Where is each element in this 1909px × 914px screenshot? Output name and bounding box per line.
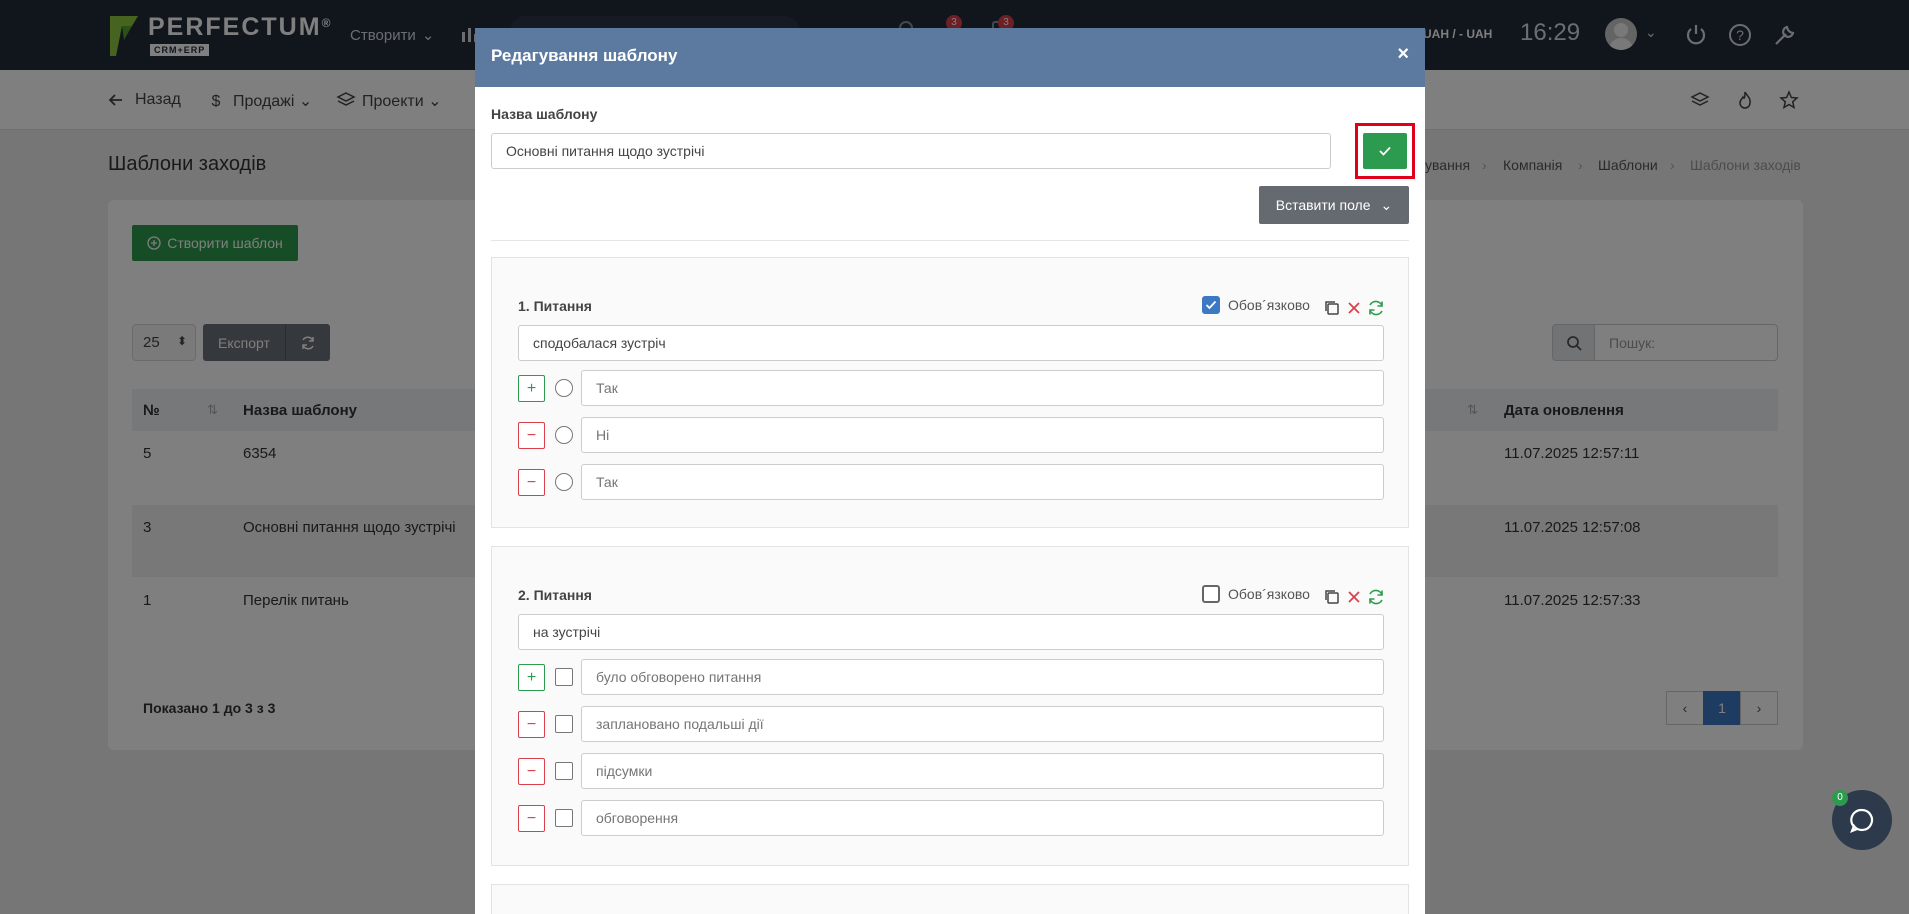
add-option-button[interactable]: + <box>518 375 545 402</box>
modal-title: Редагування шаблону <box>491 46 678 65</box>
remove-option-button[interactable]: − <box>518 805 545 832</box>
question-title: 1. Питання <box>518 298 592 314</box>
option-input[interactable] <box>581 464 1384 500</box>
edit-template-modal: Редагування шаблону × Назва шаблону Вста… <box>475 28 1425 914</box>
option-input[interactable] <box>581 370 1384 406</box>
copy-icon[interactable] <box>1323 299 1341 317</box>
remove-option-button[interactable]: − <box>518 422 545 449</box>
template-name-input[interactable] <box>491 133 1331 169</box>
required-label: Обов´язково <box>1228 297 1310 313</box>
option-checkbox[interactable] <box>555 809 573 827</box>
option-radio[interactable] <box>555 379 573 397</box>
question-block: 1. Питання Обов´язково + − − <box>491 257 1409 528</box>
chat-badge: 0 <box>1832 790 1848 806</box>
chat-bubble-icon <box>1850 808 1874 833</box>
option-checkbox[interactable] <box>555 715 573 733</box>
insert-field-button[interactable]: Вставити поле ⌄ <box>1259 186 1409 224</box>
question-title: 2. Питання <box>518 587 592 603</box>
required-checkbox[interactable] <box>1202 296 1220 314</box>
refresh-icon[interactable] <box>1367 299 1385 317</box>
divider <box>491 240 1409 241</box>
checkmark-icon <box>1205 300 1217 310</box>
save-button[interactable] <box>1363 133 1407 169</box>
delete-icon[interactable] <box>1345 299 1363 317</box>
option-radio[interactable] <box>555 473 573 491</box>
option-input[interactable] <box>581 659 1384 695</box>
checkmark-icon <box>1379 146 1391 156</box>
remove-option-button[interactable]: − <box>518 469 545 496</box>
question-block: 2. Питання Обов´язково + − − − <box>491 546 1409 866</box>
option-input[interactable] <box>581 417 1384 453</box>
question-block <box>491 884 1409 914</box>
question-text-input[interactable] <box>518 614 1384 650</box>
insert-field-label: Вставити поле <box>1275 197 1371 213</box>
option-input[interactable] <box>581 800 1384 836</box>
question-text-input[interactable] <box>518 325 1384 361</box>
option-checkbox[interactable] <box>555 668 573 686</box>
option-checkbox[interactable] <box>555 762 573 780</box>
option-input[interactable] <box>581 753 1384 789</box>
option-radio[interactable] <box>555 426 573 444</box>
close-icon[interactable]: × <box>1397 43 1409 66</box>
remove-option-button[interactable]: − <box>518 711 545 738</box>
refresh-icon[interactable] <box>1367 588 1385 606</box>
template-name-label: Назва шаблону <box>491 106 598 122</box>
copy-icon[interactable] <box>1323 588 1341 606</box>
add-option-button[interactable]: + <box>518 664 545 691</box>
delete-icon[interactable] <box>1345 588 1363 606</box>
required-checkbox[interactable] <box>1202 585 1220 603</box>
option-input[interactable] <box>581 706 1384 742</box>
remove-option-button[interactable]: − <box>518 758 545 785</box>
modal-header: Редагування шаблону × <box>475 28 1425 87</box>
required-label: Обов´язково <box>1228 586 1310 602</box>
chevron-down-icon: ⌄ <box>1380 196 1393 213</box>
